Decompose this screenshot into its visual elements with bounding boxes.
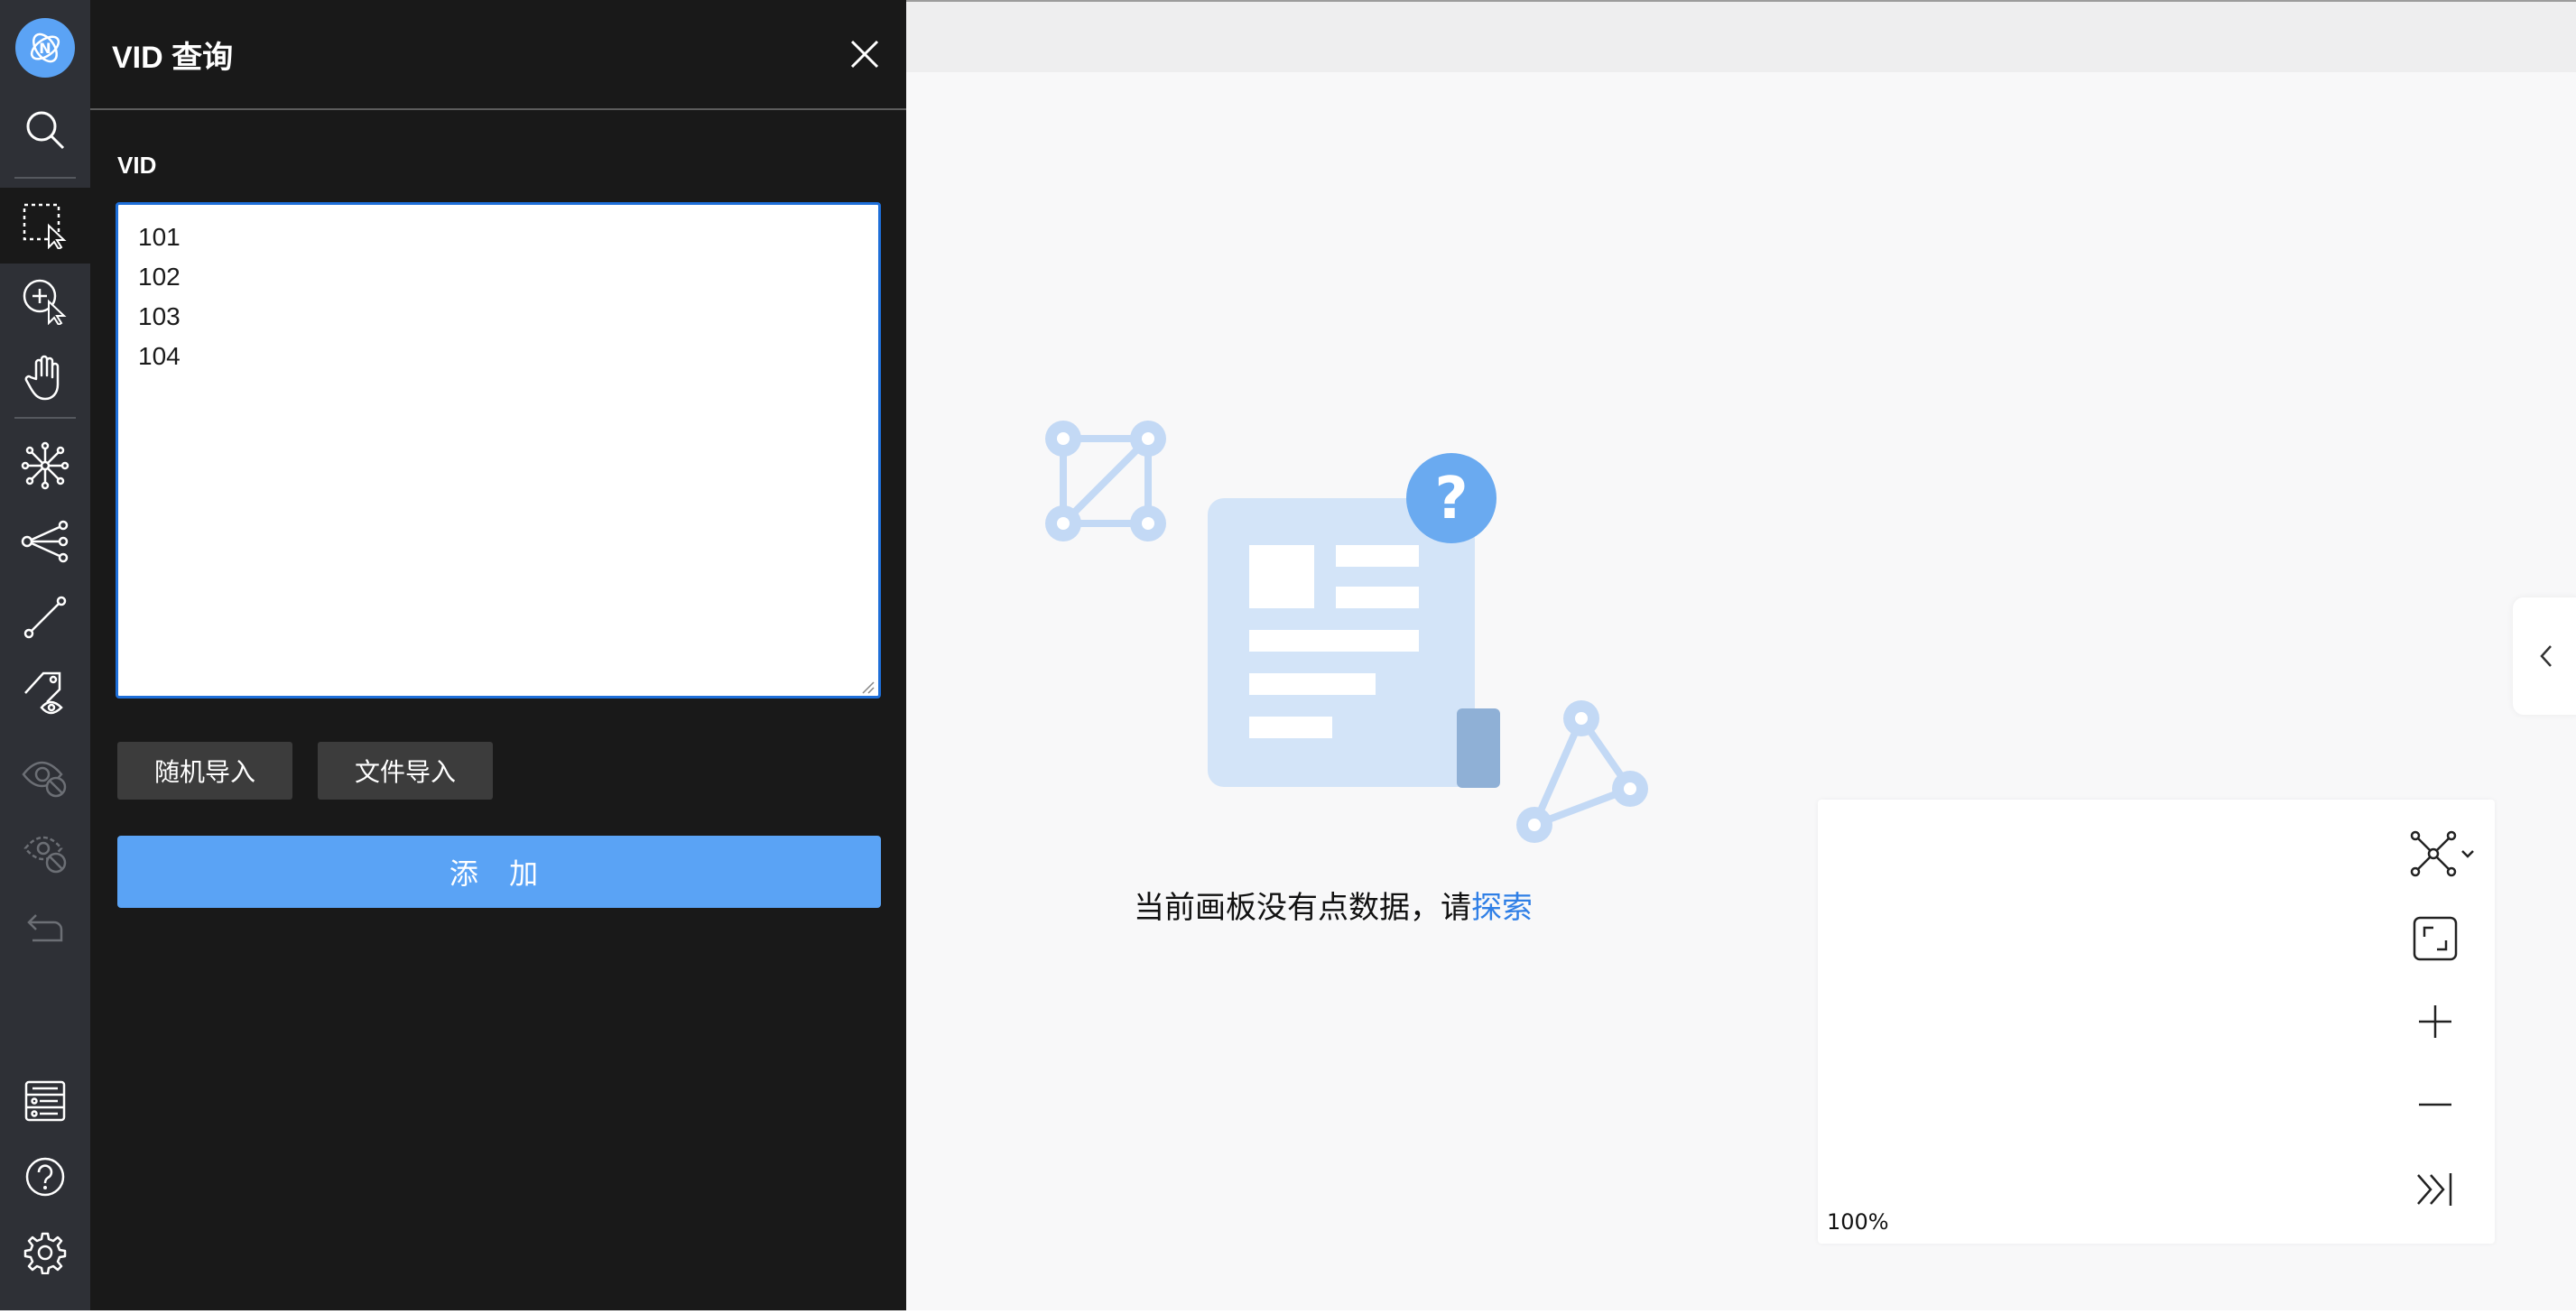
minimap-panel: 100% [1818,800,2495,1244]
empty-state-text: 当前画板没有点数据，请 [1134,890,1471,926]
logo-icon[interactable]: N [15,18,75,78]
explore-link[interactable]: 探索 [1471,890,1533,926]
zoom-level: 100% [1827,1209,1889,1235]
box-select-icon[interactable] [0,188,90,264]
vid-query-panel: VID 查询 VID 101 102 103 104 随机导入 文件导入 添 加 [90,0,906,1310]
network-expand-icon[interactable] [0,428,90,504]
graph-canvas[interactable]: ? 当前画板没有点数据，请探索 100% [906,0,2576,1310]
empty-state-illustration: ? [1045,421,1648,843]
help-icon[interactable] [0,1139,90,1215]
vid-textarea[interactable]: 101 102 103 104 [116,202,881,699]
collapse-panel-button[interactable] [2513,597,2576,715]
empty-state-message: 当前画板没有点数据，请探索 [1134,883,1533,927]
gear-icon[interactable] [0,1215,90,1291]
left-toolbar: N [0,0,90,1310]
panel-title: VID 查询 [112,41,234,75]
close-icon[interactable] [848,38,881,70]
click-select-icon[interactable] [0,264,90,339]
toolbar-divider [14,417,76,419]
layout-icon[interactable] [2408,827,2480,881]
zoom-out-icon[interactable] [2408,1078,2462,1132]
vid-field-label: VID [117,152,157,179]
share-nodes-icon[interactable] [0,504,90,579]
hide-icon[interactable] [0,738,90,814]
add-button[interactable]: 添 加 [117,836,881,908]
toolbar-divider [14,177,76,179]
list-settings-icon[interactable] [0,1063,90,1139]
app-root: N VID 查询 VID 101 102 103 104 随机导入 文件导入 添… [0,0,2576,1314]
zoom-in-icon[interactable] [2408,995,2462,1049]
fit-view-icon[interactable] [2408,911,2462,966]
random-import-button[interactable]: 随机导入 [117,742,292,800]
file-import-button[interactable]: 文件导入 [318,742,493,800]
canvas-topbar [906,0,2576,72]
chevron-left-icon [2540,645,2552,667]
hide-others-icon[interactable] [0,814,90,890]
search-icon[interactable] [0,92,90,168]
svg-text:?: ? [1434,466,1468,532]
undo-icon[interactable] [0,890,90,966]
tag-visibility-icon[interactable] [0,655,90,731]
path-icon[interactable] [0,579,90,655]
svg-text:N: N [39,40,51,57]
resize-grip-icon[interactable] [859,679,876,695]
panel-header: VID 查询 [90,0,906,110]
collapse-minimap-icon[interactable] [2408,1162,2462,1217]
hand-pan-icon[interactable] [0,339,90,415]
